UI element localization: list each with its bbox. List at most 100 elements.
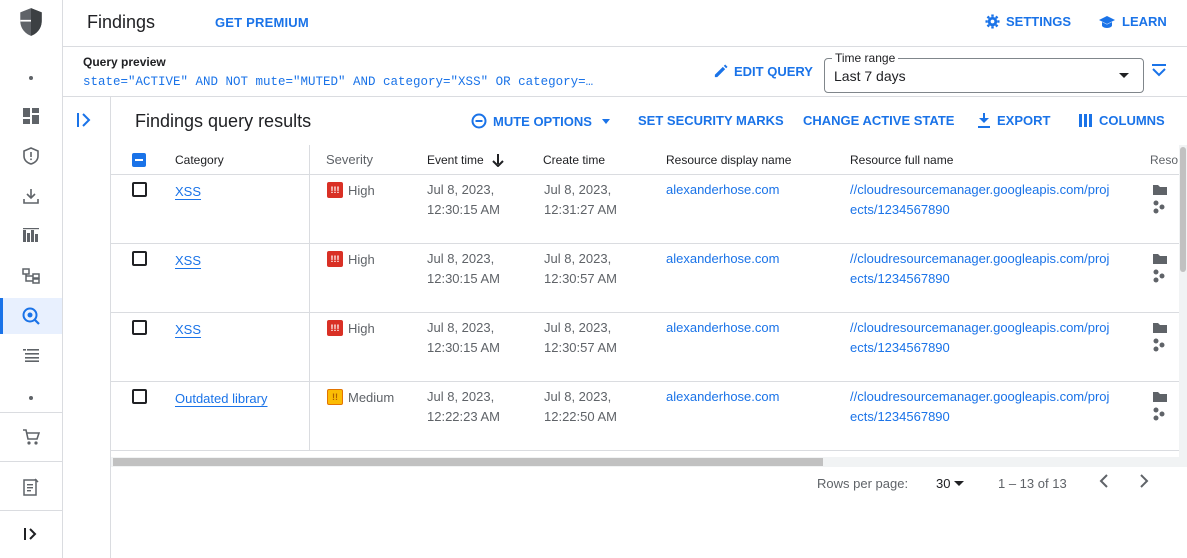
nav-dashboard[interactable] <box>0 98 62 134</box>
school-cap-icon <box>1099 15 1115 28</box>
get-premium-button[interactable]: GET PREMIUM <box>215 15 309 30</box>
resource-display-link[interactable]: alexanderhose.com <box>666 387 779 407</box>
row-checkbox[interactable] <box>132 182 147 197</box>
query-preview-label: Query preview <box>83 55 166 69</box>
rows-per-page-select[interactable]: 30 <box>936 476 965 491</box>
resource-full-line2: ects/1234567890 <box>850 409 950 424</box>
shield-alert-icon <box>23 147 39 165</box>
nav-sources[interactable] <box>0 337 62 373</box>
nav-divider <box>0 461 62 462</box>
table-row[interactable]: XSS !!! High Jul 8, 2023, 12:30:15 AM Jul … <box>111 175 1187 244</box>
category-link[interactable]: XSS <box>175 253 201 268</box>
collapse-query-icon[interactable] <box>1152 64 1166 78</box>
resource-display-link[interactable]: alexanderhose.com <box>666 249 779 269</box>
resource-display-link[interactable]: alexanderhose.com <box>666 318 779 338</box>
export-button[interactable]: EXPORT <box>977 113 1050 128</box>
event-date: Jul 8, 2023, <box>427 251 495 266</box>
row-checkbox[interactable] <box>132 320 147 335</box>
event-date: Jul 8, 2023, <box>427 320 495 335</box>
sort-descending-icon <box>491 153 504 167</box>
nav-marketplace[interactable] <box>0 419 62 455</box>
time-range-select[interactable]: Time range Last 7 days <box>824 51 1144 93</box>
header-resource-type[interactable]: Reso <box>1150 153 1178 167</box>
resource-full-name-link[interactable]: //cloudresourcemanager.googleapis.com/pr… <box>850 180 1109 220</box>
nav-compliance[interactable] <box>0 218 62 254</box>
create-date: Jul 8, 2023, <box>544 182 612 197</box>
nav-vulnerabilities[interactable] <box>0 178 62 214</box>
create-date: Jul 8, 2023, <box>544 251 612 266</box>
row-checkbox[interactable] <box>132 389 147 404</box>
resource-type-icons <box>1153 185 1167 214</box>
time-range-value: Last 7 days <box>834 68 906 84</box>
table-row[interactable]: XSS !!! High Jul 8, 2023, 12:30:15 AM Jul … <box>111 313 1187 382</box>
resource-type-icons <box>1153 392 1167 421</box>
header-resource-display-name[interactable]: Resource display name <box>666 153 791 167</box>
settings-button[interactable]: SETTINGS <box>985 14 1071 29</box>
nav-separator-dot <box>29 396 33 400</box>
nav-expand-button[interactable] <box>0 516 62 552</box>
resource-full-line2: ects/1234567890 <box>850 271 950 286</box>
scrollbar-thumb[interactable] <box>1180 147 1186 272</box>
create-clock: 12:30:57 AM <box>544 340 617 355</box>
nav-assets[interactable] <box>0 258 62 294</box>
edit-query-label: EDIT QUERY <box>734 64 813 79</box>
scrollbar-thumb[interactable] <box>113 458 823 466</box>
high-severity-icon: !!! <box>327 320 343 336</box>
severity-cell: !! Medium <box>327 389 394 405</box>
category-link[interactable]: XSS <box>175 322 201 337</box>
event-date: Jul 8, 2023, <box>427 389 495 404</box>
resource-full-name-link[interactable]: //cloudresourcemanager.googleapis.com/pr… <box>850 249 1109 289</box>
header-event-time[interactable]: Event time <box>427 153 504 167</box>
resource-full-line1: //cloudresourcemanager.googleapis.com/pr… <box>850 389 1110 404</box>
columns-label: COLUMNS <box>1099 113 1165 128</box>
high-severity-icon: !!! <box>327 251 343 267</box>
table-row[interactable]: XSS !!! High Jul 8, 2023, 12:30:15 AM Jul … <box>111 244 1187 313</box>
create-time-cell: Jul 8, 2023, 12:31:27 AM <box>544 180 617 220</box>
nav-findings[interactable] <box>0 298 62 334</box>
next-page-icon[interactable] <box>1138 473 1150 489</box>
resource-full-name-link[interactable]: //cloudresourcemanager.googleapis.com/pr… <box>850 387 1109 427</box>
learn-button[interactable]: LEARN <box>1098 14 1167 29</box>
category-link[interactable]: XSS <box>175 184 201 199</box>
header-category[interactable]: Category <box>175 153 224 167</box>
row-checkbox[interactable] <box>132 251 147 266</box>
settings-label: SETTINGS <box>1006 14 1072 29</box>
table-row[interactable]: Outdated library !! Medium Jul 8, 2023, 12… <box>111 382 1187 451</box>
left-nav-rail <box>0 0 63 558</box>
event-date: Jul 8, 2023, <box>427 182 495 197</box>
edit-query-button[interactable]: EDIT QUERY <box>713 64 813 79</box>
download-tray-icon <box>23 189 39 204</box>
expand-filters-icon[interactable] <box>77 113 91 127</box>
select-all-checkbox[interactable] <box>132 153 146 167</box>
set-security-marks-button[interactable]: SET SECURITY MARKS <box>638 113 784 128</box>
query-preview-text: state="ACTIVE" AND NOT mute="MUTED" AND … <box>83 75 594 89</box>
columns-button[interactable]: COLUMNS <box>1079 113 1165 128</box>
nav-threats[interactable] <box>0 138 62 174</box>
severity-label: Medium <box>348 389 395 405</box>
resource-display-link[interactable]: alexanderhose.com <box>666 180 779 200</box>
cart-icon <box>23 429 40 445</box>
vertical-scrollbar[interactable] <box>1179 145 1187 457</box>
nav-divider <box>0 510 62 511</box>
nav-release-notes[interactable] <box>0 469 62 505</box>
change-active-state-button[interactable]: CHANGE ACTIVE STATE <box>803 113 954 128</box>
event-clock: 12:30:15 AM <box>427 271 500 286</box>
time-range-label: Time range <box>832 51 899 65</box>
create-clock: 12:30:57 AM <box>544 271 617 286</box>
header-resource-full-name[interactable]: Resource full name <box>850 153 953 167</box>
category-link[interactable]: Outdated library <box>175 391 268 406</box>
create-time-cell: Jul 8, 2023, 12:30:57 AM <box>544 318 617 358</box>
previous-page-icon[interactable] <box>1098 473 1110 489</box>
horizontal-scrollbar[interactable] <box>111 457 1187 467</box>
resource-full-name-link[interactable]: //cloudresourcemanager.googleapis.com/pr… <box>850 318 1109 358</box>
severity-label: High <box>348 182 375 198</box>
table-header: Category Severity Event time Create time… <box>111 145 1187 175</box>
chevron-down-icon <box>601 118 610 124</box>
event-clock: 12:30:15 AM <box>427 340 500 355</box>
expand-rail-icon <box>24 528 37 540</box>
header-severity[interactable]: Severity <box>326 152 373 167</box>
dashboard-icon <box>23 108 39 124</box>
header-create-time[interactable]: Create time <box>543 153 605 167</box>
mute-options-button[interactable]: MUTE OPTIONS <box>471 113 610 129</box>
pencil-icon <box>714 64 728 78</box>
